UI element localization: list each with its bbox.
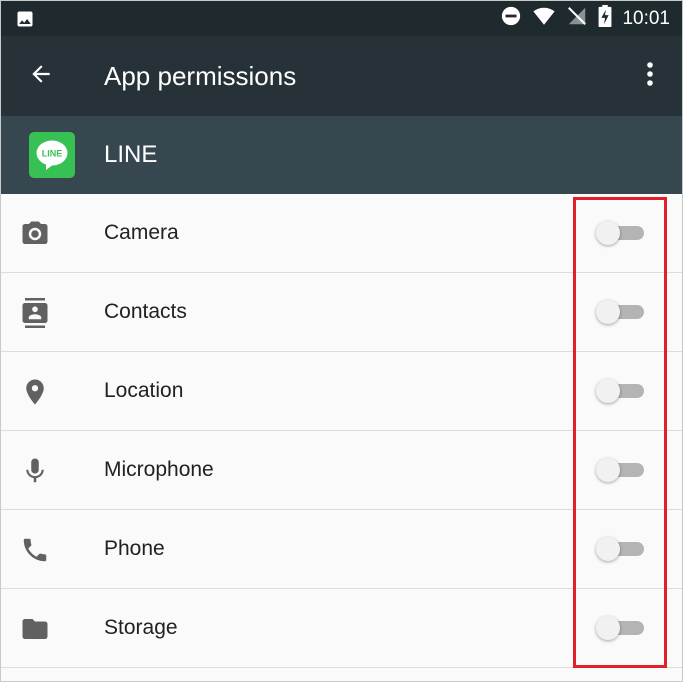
more-options-button[interactable]	[636, 58, 664, 94]
do-not-disturb-icon	[500, 5, 522, 32]
line-logo-icon: LINE	[36, 140, 68, 170]
camera-icon	[19, 218, 51, 250]
toolbar: App permissions	[1, 36, 682, 116]
location-toggle[interactable]	[596, 378, 646, 404]
permission-row-camera[interactable]: Camera	[1, 194, 682, 273]
status-icons: 10:01	[500, 1, 670, 36]
screen: 10:01 App permissions LINE LINE Camera C…	[0, 0, 683, 682]
permission-label: Contacts	[104, 300, 187, 323]
image-icon	[15, 9, 35, 34]
status-time: 10:01	[622, 7, 670, 29]
permission-label: Camera	[104, 221, 179, 244]
back-button[interactable]	[23, 58, 59, 94]
permission-row-location[interactable]: Location	[1, 352, 682, 431]
app-logo-text: LINE	[42, 149, 63, 159]
permission-row-phone[interactable]: Phone	[1, 510, 682, 589]
location-icon	[19, 376, 51, 408]
permission-row-storage[interactable]: Storage	[1, 589, 682, 668]
folder-icon	[19, 613, 51, 645]
permission-label: Phone	[104, 537, 165, 560]
wifi-icon	[532, 5, 556, 32]
microphone-icon	[19, 455, 51, 487]
battery-charging-icon	[598, 5, 612, 32]
permission-row-contacts[interactable]: Contacts	[1, 273, 682, 352]
storage-toggle[interactable]	[596, 615, 646, 641]
permission-label: Microphone	[104, 458, 214, 481]
permission-label: Storage	[104, 616, 178, 639]
permission-label: Location	[104, 379, 184, 402]
phone-toggle[interactable]	[596, 536, 646, 562]
microphone-toggle[interactable]	[596, 457, 646, 483]
app-name: LINE	[104, 141, 158, 168]
camera-toggle[interactable]	[596, 220, 646, 246]
phone-icon	[19, 534, 51, 566]
no-sim-icon	[566, 5, 588, 32]
permission-row-microphone[interactable]: Microphone	[1, 431, 682, 510]
arrow-back-icon	[28, 61, 54, 92]
app-logo: LINE	[29, 132, 75, 178]
permissions-list: Camera Contacts Location Microphone Phon…	[1, 194, 682, 668]
more-vert-icon	[646, 61, 654, 92]
page-title: App permissions	[104, 61, 297, 91]
app-header: LINE LINE	[1, 116, 682, 194]
contacts-icon	[19, 297, 51, 329]
status-bar: 10:01	[1, 1, 682, 36]
contacts-toggle[interactable]	[596, 299, 646, 325]
